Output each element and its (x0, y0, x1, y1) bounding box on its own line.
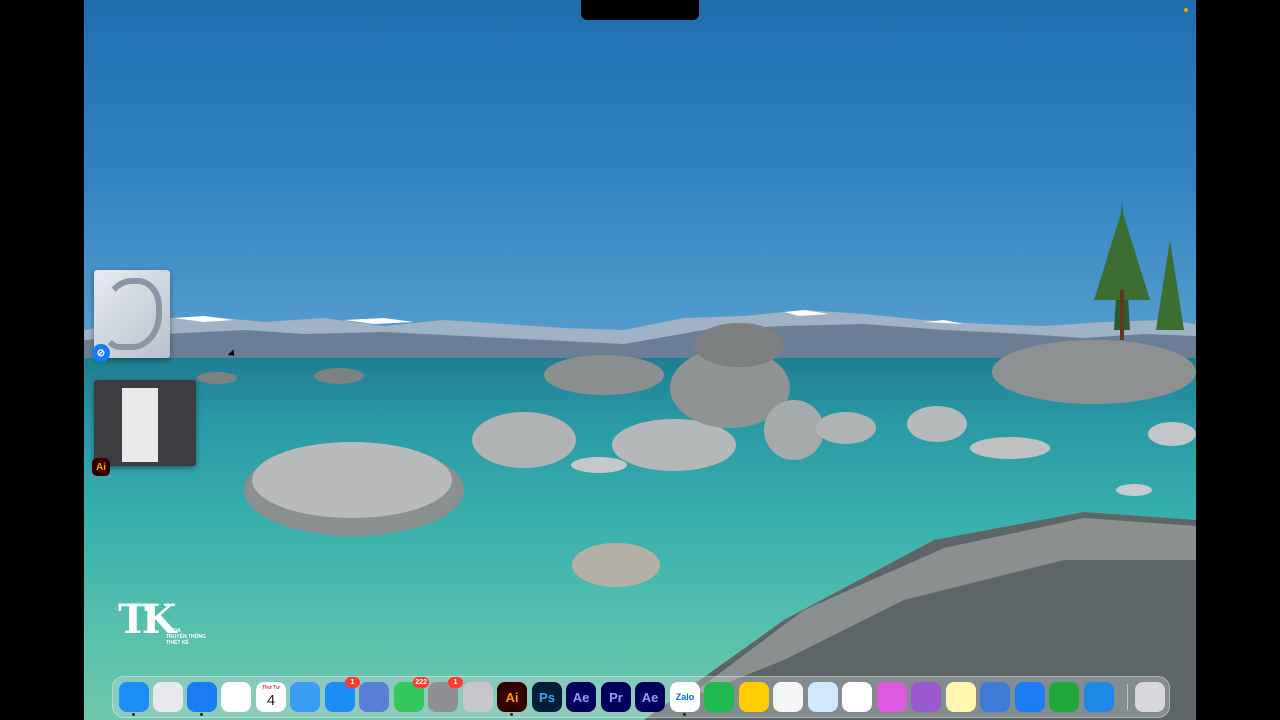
watermark-logo: TK KHOA TRUYỀN THÔNG THIẾT KẾ (118, 600, 218, 652)
after-effects-icon: Ae (572, 689, 590, 705)
dock-item-settings[interactable]: 1 (428, 677, 463, 712)
wallpaper-boulders (197, 200, 1196, 720)
notification-badge: 1 (345, 677, 360, 688)
dock-item-quicktime[interactable] (1015, 682, 1045, 712)
dock: Thứ Tư 4 1 222 1 Ai Ps Ae Pr Ae Zalo (112, 676, 1170, 718)
dock-item-aftereffects2[interactable]: Ae (635, 682, 665, 712)
dock-item-illustrator[interactable]: Ai (497, 682, 527, 716)
illustrator-icon: Ai (505, 689, 519, 705)
calendar-date: 4 (266, 691, 276, 709)
camera-notch (581, 0, 699, 20)
logo-tagline: KHOA TRUYỀN THÔNG THIẾT KẾ (166, 628, 206, 646)
dock-item-calendar[interactable]: Thứ Tư 4 (256, 682, 286, 712)
dock-item-messages[interactable]: 222 (394, 677, 429, 712)
illustrator-icon: Ai (92, 458, 110, 476)
dock-item-photoshop[interactable]: Ps (532, 682, 562, 712)
desktop-screen: ⊘ Ai TK KHOA TRUYỀN THÔNG THIẾT KẾ (84, 0, 1196, 720)
running-indicator (200, 713, 203, 716)
dock-item-simulator[interactable] (359, 682, 389, 712)
dock-item-mail[interactable] (290, 682, 320, 712)
dock-item-cleaner[interactable] (877, 682, 907, 712)
calendar-weekday: Thứ Tư (262, 685, 280, 691)
dock-item-numbers-plus[interactable] (704, 682, 734, 712)
safari-icon: ⊘ (92, 344, 110, 362)
dock-item-finder[interactable] (119, 682, 149, 716)
running-indicator (132, 713, 135, 716)
dock-item-aftereffects[interactable]: Ae (566, 682, 596, 712)
dock-item-numbers[interactable] (1049, 682, 1079, 712)
running-indicator (683, 713, 686, 716)
dock-item-bitwarden[interactable] (808, 682, 838, 712)
dock-item-keynote[interactable] (1084, 682, 1114, 712)
zalo-icon: Zalo (675, 692, 695, 702)
dock-item-trash[interactable] (1135, 682, 1165, 712)
dock-item-tips[interactable] (739, 682, 769, 712)
dock-item-zalo[interactable]: Zalo (670, 682, 700, 716)
dock-item-appstore[interactable]: 1 (325, 677, 360, 712)
dock-item-feedback[interactable] (911, 682, 941, 712)
photoshop-icon: Ps (539, 689, 555, 705)
mic-indicator (1184, 8, 1188, 12)
dock-item-safari[interactable] (187, 682, 217, 716)
dock-item-vpn[interactable] (773, 682, 803, 712)
dock-item-notes[interactable] (946, 682, 976, 712)
dock-item-launchpad[interactable] (153, 682, 183, 712)
dock-item-printer[interactable] (463, 682, 493, 712)
notification-badge: 222 (413, 677, 429, 688)
running-indicator (510, 713, 513, 716)
stage-manager-illustrator-window[interactable] (94, 380, 196, 466)
notification-badge: 1 (448, 677, 463, 688)
dock-separator (1127, 684, 1128, 710)
dock-item-gemini[interactable] (842, 682, 872, 712)
dock-item-photos[interactable] (221, 682, 251, 712)
dock-item-finder2[interactable] (980, 682, 1010, 712)
premiere-icon: Pr (609, 689, 623, 705)
dock-item-premiere[interactable]: Pr (601, 682, 631, 712)
after-effects-icon: Ae (641, 689, 659, 705)
